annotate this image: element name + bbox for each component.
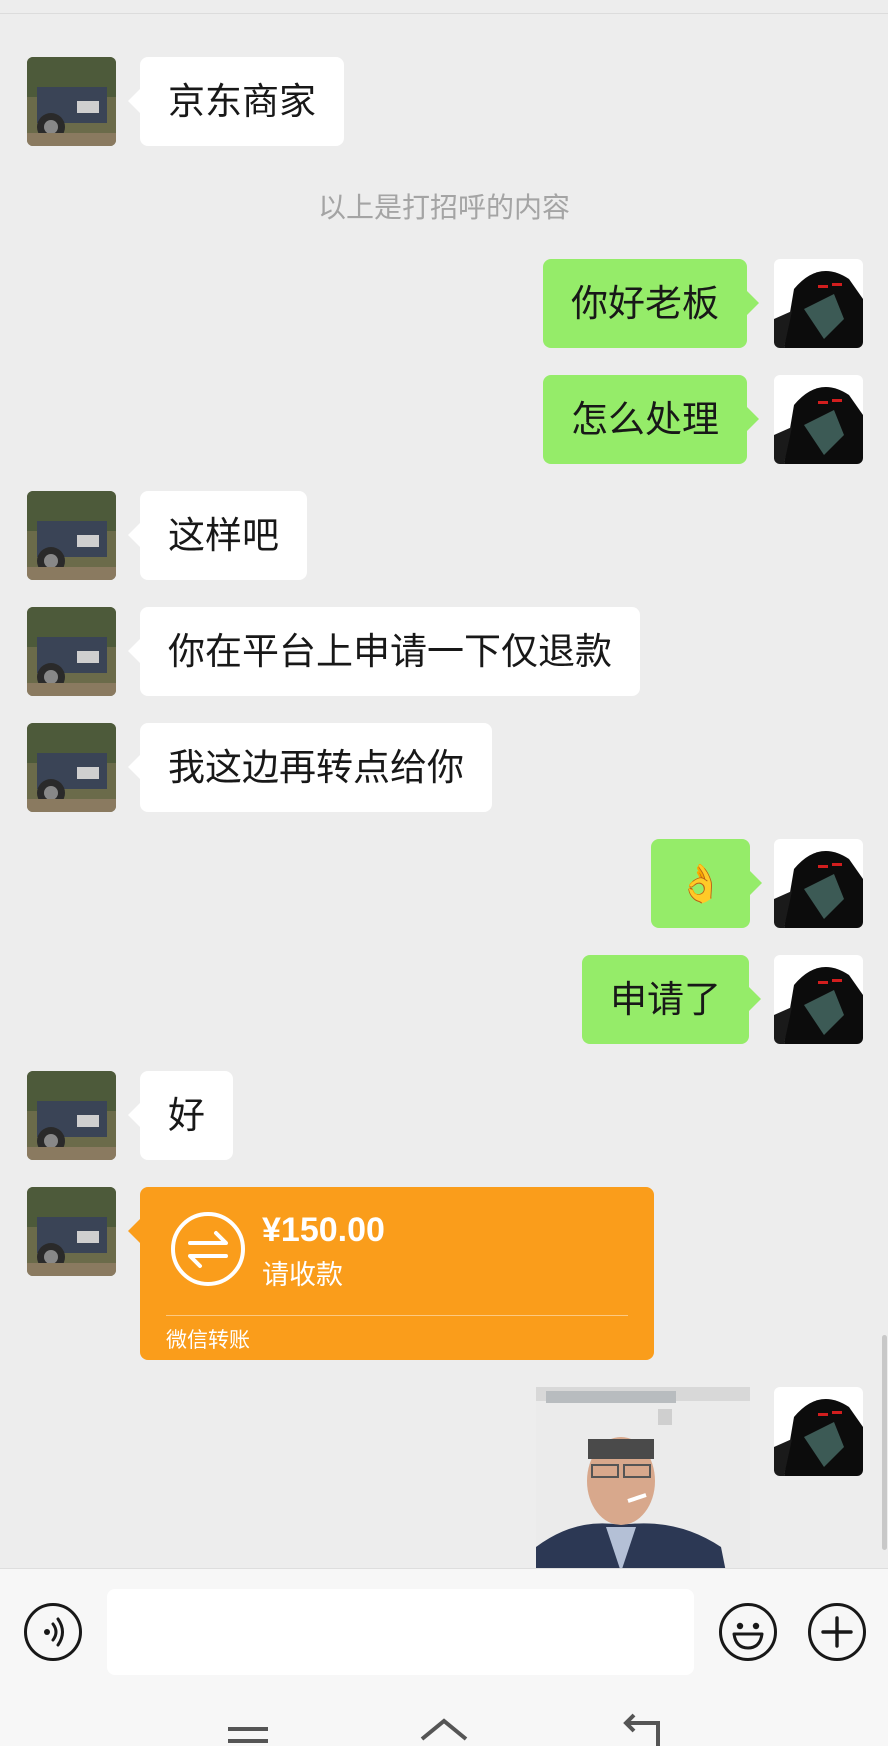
contact-avatar[interactable] (27, 57, 116, 146)
photo-message[interactable] (536, 1387, 750, 1572)
input-bar (0, 1568, 888, 1746)
transfer-icon (170, 1211, 246, 1287)
message-bubble[interactable]: 好 (128, 1071, 233, 1160)
user-avatar[interactable] (774, 375, 863, 464)
menu-icon[interactable] (218, 1697, 278, 1746)
transfer-status: 请收款 (262, 1260, 343, 1291)
user-avatar[interactable] (774, 955, 863, 1044)
contact-avatar[interactable] (27, 607, 116, 696)
transfer-amount: ¥150.00 (262, 1211, 385, 1249)
top-divider (0, 13, 888, 14)
scrollbar[interactable] (882, 1335, 887, 1550)
emoji-icon[interactable] (719, 1603, 777, 1661)
message-bubble[interactable]: 你好老板 (543, 259, 759, 348)
message-bubble[interactable]: 申请了 (582, 955, 761, 1044)
transfer-divider (166, 1315, 628, 1316)
contact-avatar[interactable] (27, 1071, 116, 1160)
message-bubble[interactable]: 你在平台上申请一下仅退款 (128, 607, 640, 696)
transfer-brand: 微信转账 (166, 1328, 250, 1352)
voice-icon[interactable] (24, 1603, 82, 1661)
transfer-card[interactable]: ¥150.00 请收款 微信转账 (128, 1187, 654, 1360)
message-input[interactable] (107, 1589, 694, 1675)
user-avatar[interactable] (774, 259, 863, 348)
system-nav-bar (0, 1697, 888, 1746)
message-bubble[interactable]: 怎么处理 (543, 375, 759, 464)
plus-icon[interactable] (808, 1603, 866, 1661)
contact-avatar[interactable] (27, 723, 116, 812)
home-icon[interactable] (414, 1697, 474, 1746)
back-icon[interactable] (612, 1697, 672, 1746)
message-bubble[interactable]: 我这边再转点给你 (128, 723, 492, 812)
contact-avatar[interactable] (27, 1187, 116, 1276)
greeting-note: 以上是打招呼的内容 (317, 191, 570, 224)
message-bubble[interactable]: 这样吧 (128, 491, 307, 580)
user-avatar[interactable] (774, 1387, 863, 1476)
message-bubble[interactable]: 👌 (651, 839, 762, 928)
contact-avatar[interactable] (27, 491, 116, 580)
message-bubble[interactable]: 京东商家 (128, 57, 344, 146)
user-avatar[interactable] (774, 839, 863, 928)
